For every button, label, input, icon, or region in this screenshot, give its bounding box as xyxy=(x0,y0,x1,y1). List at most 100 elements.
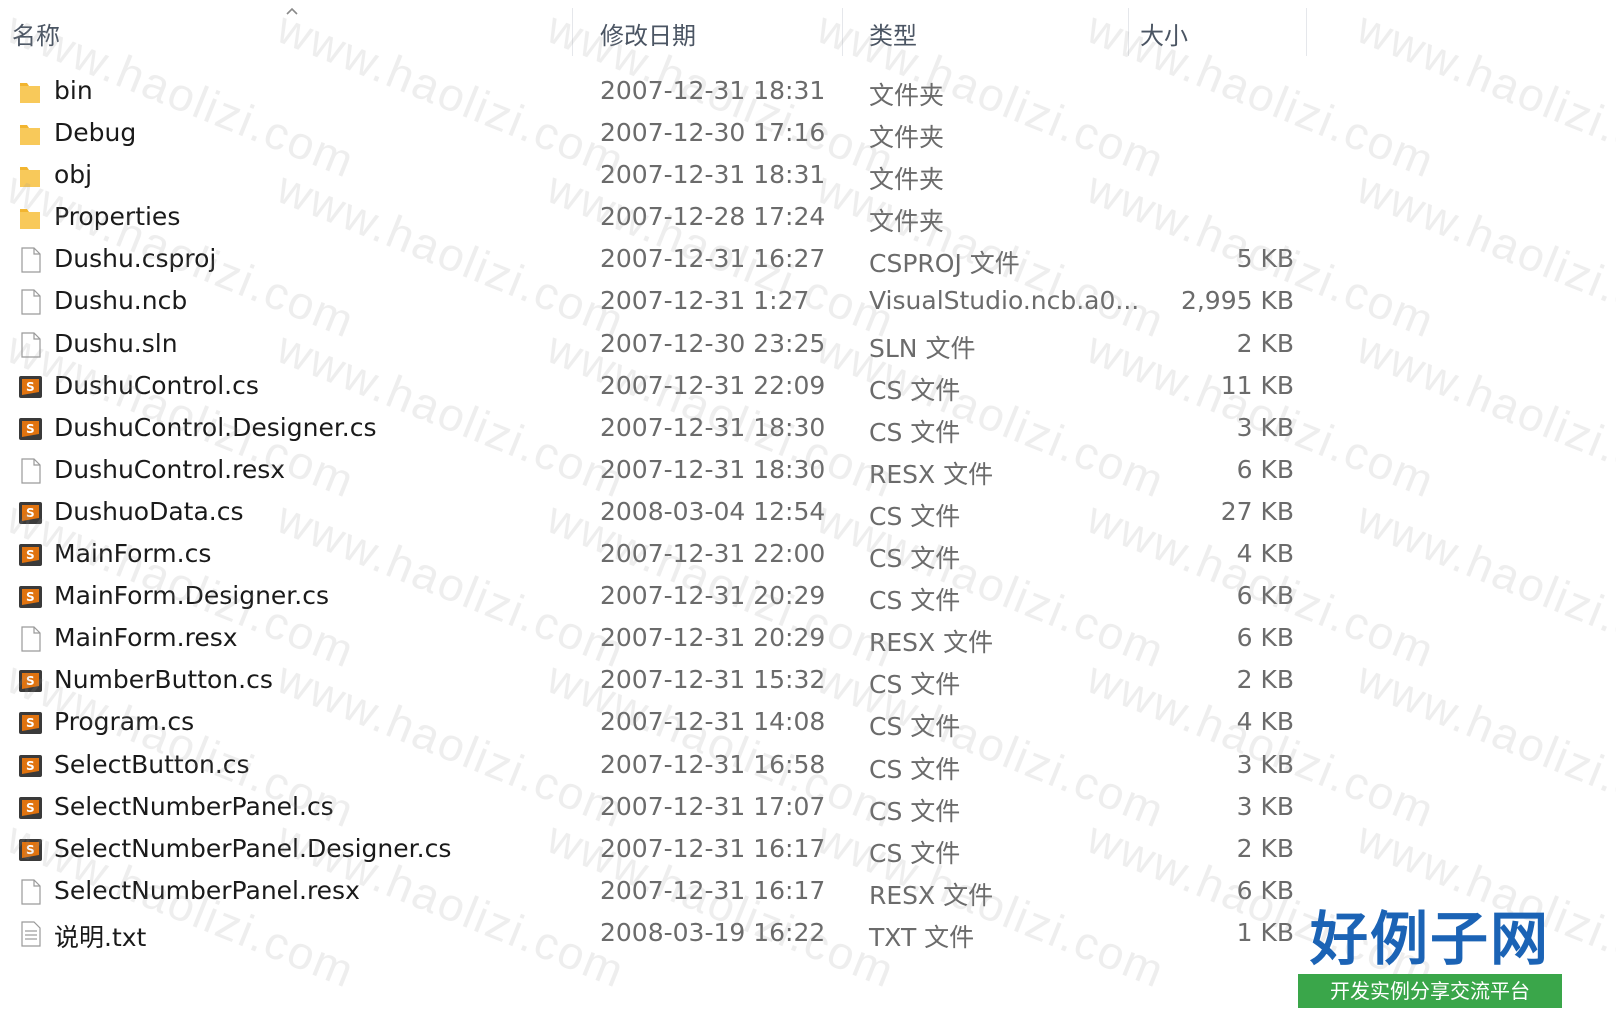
file-modified: 2007-12-31 18:31 xyxy=(600,160,826,190)
column-header-bar: 名称 修改日期 类型 大小 xyxy=(0,0,1616,64)
file-name[interactable]: Debug xyxy=(54,118,136,147)
file-type: 文件夹 xyxy=(869,81,945,110)
cs-file-icon: S xyxy=(16,372,44,402)
file-row[interactable]: DushuControl.resx 2007-12-31 18:30 RESX 文件… xyxy=(0,449,1616,491)
file-modified: 2007-12-31 16:17 xyxy=(600,833,826,863)
file-type: RESX 文件 xyxy=(869,459,994,489)
file-name[interactable]: DushuControl.Designer.cs xyxy=(54,413,377,442)
file-name[interactable]: obj xyxy=(54,160,92,189)
file-type: CS 文件 xyxy=(869,544,961,574)
file-row[interactable]: S SelectNumberPanel.Designer.cs 2007-12-31… xyxy=(0,828,1616,870)
file-name[interactable]: SelectNumberPanel.Designer.cs xyxy=(54,834,451,863)
file-name[interactable]: Properties xyxy=(54,202,180,231)
site-logo: 好例子网 开发实例分享交流平台 xyxy=(1298,906,1562,1012)
file-icon xyxy=(16,456,44,486)
file-name[interactable]: DushuControl.resx xyxy=(54,455,285,484)
file-name[interactable]: SelectNumberPanel.cs xyxy=(54,792,334,821)
file-row[interactable]: S MainForm.cs 2007-12-31 22:00 CS 文件 4 KB xyxy=(0,533,1616,575)
file-list: bin 2007-12-31 18:31 文件夹 Debug 2007-12-30 17… xyxy=(0,70,1616,954)
column-header-type[interactable]: 类型 xyxy=(869,16,917,51)
file-modified: 2007-12-31 16:58 xyxy=(600,749,826,779)
column-header-name[interactable]: 名称 xyxy=(12,16,60,51)
file-name[interactable]: Dushu.sln xyxy=(54,329,178,358)
file-type: RESX 文件 xyxy=(869,628,994,658)
file-name[interactable]: Dushu.ncb xyxy=(54,286,187,315)
column-divider[interactable] xyxy=(572,8,573,56)
file-name[interactable]: Dushu.csproj xyxy=(54,244,216,273)
file-name[interactable]: SelectNumberPanel.resx xyxy=(54,876,360,905)
file-modified: 2008-03-04 12:54 xyxy=(600,496,826,526)
file-name[interactable]: bin xyxy=(54,76,93,105)
file-size: 27 KB xyxy=(1220,496,1294,526)
file-type: CS 文件 xyxy=(869,754,961,784)
file-row[interactable]: Debug 2007-12-30 17:16 文件夹 xyxy=(0,112,1616,154)
file-modified: 2007-12-31 16:27 xyxy=(600,244,826,274)
file-row[interactable]: obj 2007-12-31 18:31 文件夹 xyxy=(0,154,1616,196)
file-name[interactable]: 说明.txt xyxy=(54,918,146,954)
file-row[interactable]: S DushuControl.Designer.cs 2007-12-31 18:3… xyxy=(0,407,1616,449)
file-size: 6 KB xyxy=(1236,875,1294,905)
file-modified: 2007-12-31 17:07 xyxy=(600,791,826,821)
file-row[interactable]: Dushu.ncb 2007-12-31 1:27 VisualStudio.ncb… xyxy=(0,280,1616,322)
cs-file-icon: S xyxy=(16,666,44,696)
file-row[interactable]: Dushu.csproj 2007-12-31 16:27 CSPROJ 文件 5 K… xyxy=(0,238,1616,280)
svg-text:S: S xyxy=(26,674,35,688)
file-size: 11 KB xyxy=(1220,370,1294,400)
text-file-icon xyxy=(16,919,44,949)
file-name[interactable]: Program.cs xyxy=(54,707,194,736)
folder-icon xyxy=(16,203,44,233)
svg-text:S: S xyxy=(26,759,35,773)
file-type: VisualStudio.ncb.a0... xyxy=(869,286,1140,316)
file-row[interactable]: S DushuoData.cs 2008-03-04 12:54 CS 文件 27 KB xyxy=(0,491,1616,533)
file-modified: 2007-12-30 17:16 xyxy=(600,118,826,148)
file-icon xyxy=(16,624,44,654)
file-type: 文件夹 xyxy=(869,207,945,237)
file-row[interactable]: bin 2007-12-31 18:31 文件夹 xyxy=(0,70,1616,112)
file-type: CS 文件 xyxy=(869,417,961,447)
file-row[interactable]: S SelectButton.cs 2007-12-31 16:58 CS 文件 3 K… xyxy=(0,744,1616,786)
file-row[interactable]: S MainForm.Designer.cs 2007-12-31 20:29 CS … xyxy=(0,575,1616,617)
file-size: 4 KB xyxy=(1236,707,1294,737)
file-modified: 2007-12-31 18:30 xyxy=(600,412,826,442)
column-divider[interactable] xyxy=(1128,8,1129,56)
file-row[interactable]: S DushuControl.cs 2007-12-31 22:09 CS 文件 11 … xyxy=(0,365,1616,407)
file-row[interactable]: Dushu.sln 2007-12-30 23:25 SLN 文件 2 KB xyxy=(0,323,1616,365)
file-modified: 2007-12-31 22:00 xyxy=(600,539,826,569)
file-size: 6 KB xyxy=(1236,623,1294,653)
file-name[interactable]: DushuoData.cs xyxy=(54,497,244,526)
file-row[interactable]: Properties 2007-12-28 17:24 文件夹 xyxy=(0,196,1616,238)
column-header-modified[interactable]: 修改日期 xyxy=(600,16,696,51)
cs-file-icon: S xyxy=(16,708,44,738)
file-size: 4 KB xyxy=(1236,539,1294,569)
file-row[interactable]: MainForm.resx 2007-12-31 20:29 RESX 文件 6 KB xyxy=(0,617,1616,659)
file-size: 3 KB xyxy=(1236,412,1294,442)
file-size: 2,995 KB xyxy=(1180,286,1294,316)
column-divider[interactable] xyxy=(842,8,843,56)
file-row[interactable]: S SelectNumberPanel.cs 2007-12-31 17:07 CS … xyxy=(0,786,1616,828)
cs-file-icon: S xyxy=(16,582,44,612)
file-name[interactable]: MainForm.Designer.cs xyxy=(54,581,329,610)
file-type: 文件夹 xyxy=(869,123,945,153)
folder-icon xyxy=(16,77,44,107)
file-type: CS 文件 xyxy=(869,375,961,405)
file-type: CS 文件 xyxy=(869,796,961,826)
column-divider[interactable] xyxy=(1306,8,1307,56)
file-modified: 2007-12-31 16:17 xyxy=(600,875,826,905)
file-modified: 2007-12-31 22:09 xyxy=(600,370,826,400)
file-size: 6 KB xyxy=(1236,581,1294,611)
file-row[interactable]: S Program.cs 2007-12-31 14:08 CS 文件 4 KB xyxy=(0,701,1616,743)
file-type: SLN 文件 xyxy=(869,333,976,363)
file-modified: 2007-12-31 15:32 xyxy=(600,665,826,695)
file-type: TXT 文件 xyxy=(869,922,975,952)
file-name[interactable]: DushuControl.cs xyxy=(54,371,259,400)
file-size: 3 KB xyxy=(1236,749,1294,779)
file-name[interactable]: SelectButton.cs xyxy=(54,750,250,779)
file-size: 5 KB xyxy=(1236,244,1294,274)
file-name[interactable]: NumberButton.cs xyxy=(54,665,273,694)
file-row[interactable]: S NumberButton.cs 2007-12-31 15:32 CS 文件 2 K… xyxy=(0,659,1616,701)
file-name[interactable]: MainForm.resx xyxy=(54,623,238,652)
file-type: RESX 文件 xyxy=(869,880,994,910)
file-type: 文件夹 xyxy=(869,165,945,195)
column-header-size[interactable]: 大小 xyxy=(1140,16,1188,51)
file-name[interactable]: MainForm.cs xyxy=(54,539,211,568)
